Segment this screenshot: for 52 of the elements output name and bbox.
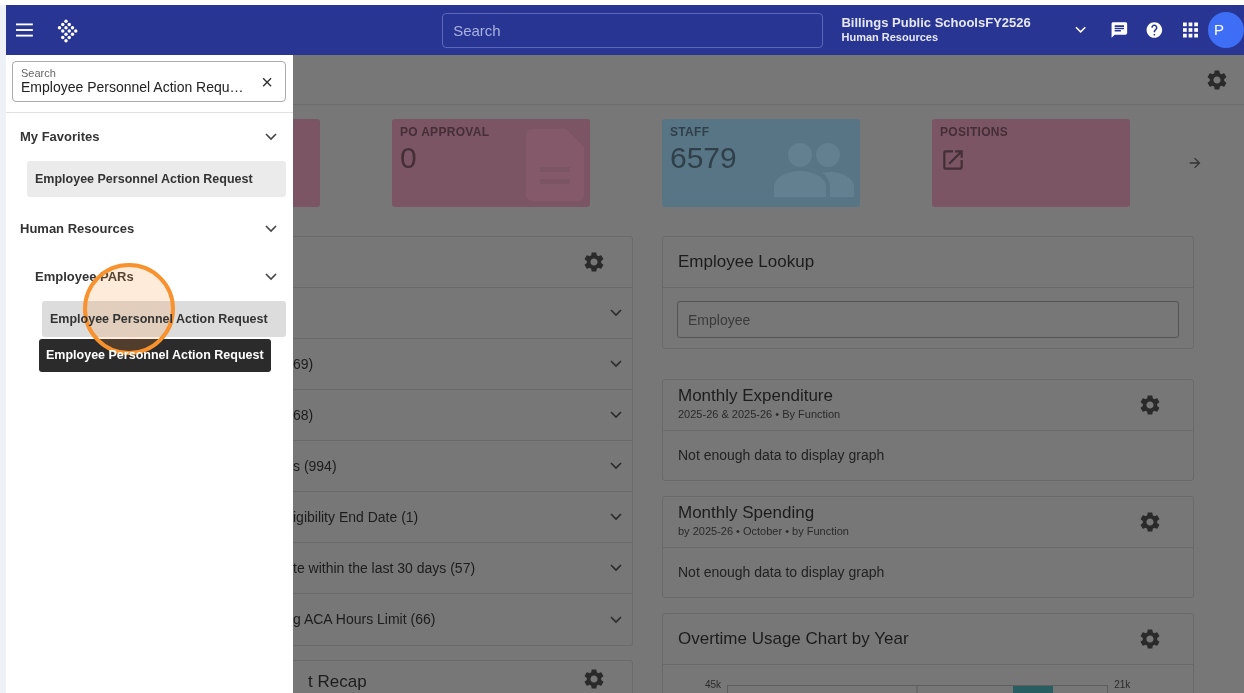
- card-subtitle: 2025-26 & 2025-26 • By Function: [678, 407, 841, 423]
- row-label: g ACA Hours Limit (66): [293, 610, 436, 629]
- nav-item[interactable]: Employee Personnel Action Request: [27, 161, 286, 197]
- field-value: Employee Personnel Action Requ…: [21, 78, 244, 96]
- settings-icon[interactable]: [584, 669, 604, 689]
- axis-tick: 45k: [705, 678, 722, 692]
- user-avatar[interactable]: P: [1208, 12, 1244, 48]
- row-label: 69): [293, 354, 314, 374]
- stat-tile[interactable]: [293, 119, 320, 207]
- help-icon[interactable]: [1145, 20, 1165, 40]
- tile-value: 6579: [670, 141, 737, 174]
- apps-icon[interactable]: [1183, 22, 1199, 38]
- row-label: 68): [293, 405, 314, 425]
- empty-message: Not enough data to display graph: [677, 446, 886, 465]
- row-label: te within the last 30 days (57): [293, 558, 476, 578]
- organization-name: Billings Public SchoolsFY2526: [841, 16, 1032, 32]
- card-title: Monthly Expenditure: [678, 387, 834, 407]
- card-subtitle: by 2025-26 • October • by Function: [678, 524, 849, 540]
- tile-label: POSITIONS: [940, 124, 1010, 141]
- search-field[interactable]: Search: [442, 12, 824, 48]
- chevron-down-icon[interactable]: [265, 225, 277, 233]
- dropdown-icon[interactable]: [1075, 26, 1087, 34]
- tooltip: Employee Personnel Action Request: [39, 339, 271, 372]
- axis-tick: 21k: [1114, 678, 1131, 692]
- field-label: Search: [21, 67, 57, 79]
- external-link-icon[interactable]: [940, 147, 966, 173]
- settings-icon[interactable]: [1207, 69, 1227, 90]
- tile-value: 0: [400, 141, 417, 174]
- settings-icon[interactable]: [1140, 629, 1160, 649]
- card-title: Employee Lookup: [678, 252, 815, 272]
- card-title: Monthly Spending: [678, 504, 816, 524]
- settings-icon[interactable]: [584, 252, 604, 272]
- card-title: Overtime Usage Chart by Year: [678, 629, 909, 649]
- nav-group[interactable]: My Favorites: [6, 113, 293, 161]
- search-field[interactable]: Search Employee Personnel Action Requ… ×: [12, 61, 286, 102]
- module-name: Human Resources: [841, 31, 940, 44]
- empty-message: Not enough data to display graph: [677, 563, 886, 582]
- card-title: t Recap: [308, 671, 367, 693]
- chevron-down-icon[interactable]: [265, 273, 277, 281]
- arrow-right-icon[interactable]: [1187, 155, 1203, 171]
- settings-icon[interactable]: [1140, 512, 1160, 532]
- row-label: s (994): [293, 456, 337, 476]
- chat-icon[interactable]: [1109, 20, 1129, 40]
- clear-button[interactable]: ×: [257, 71, 277, 92]
- employee-field[interactable]: Employee: [677, 301, 1179, 338]
- settings-icon[interactable]: [1140, 395, 1160, 415]
- tile-label: PO APPROVAL: [400, 124, 491, 141]
- tile-label: STAFF: [670, 124, 711, 141]
- chevron-down-icon[interactable]: [265, 133, 277, 141]
- menu-icon[interactable]: [16, 23, 33, 37]
- row-label: igibility End Date (1): [293, 507, 419, 527]
- nav-group[interactable]: Human Resources: [6, 205, 293, 253]
